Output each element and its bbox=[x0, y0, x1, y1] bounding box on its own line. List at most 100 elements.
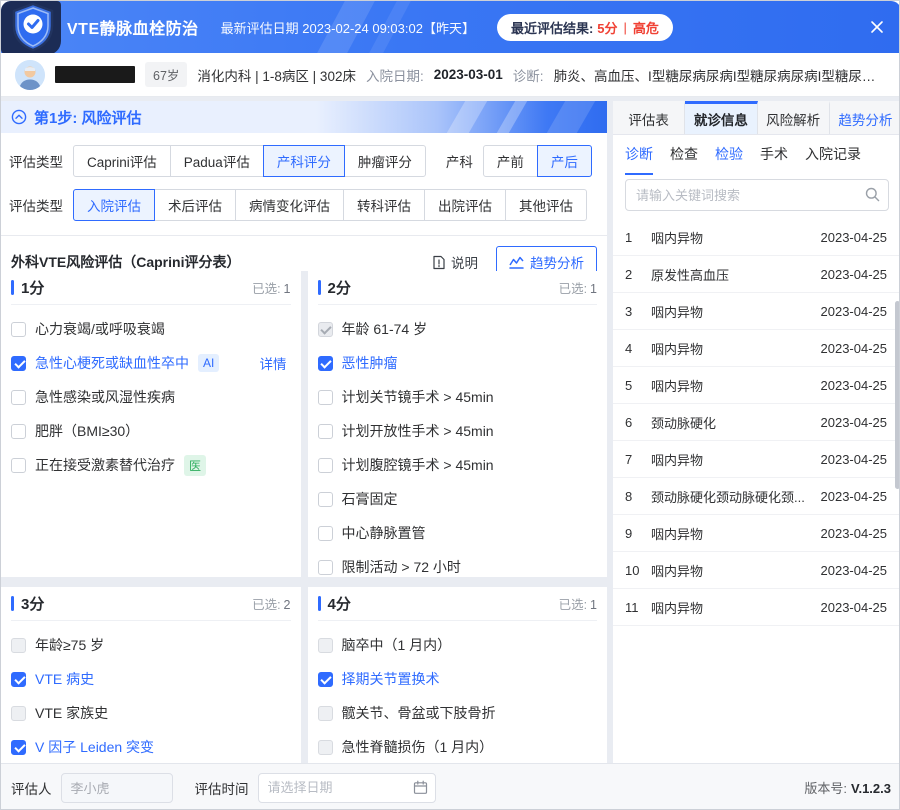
diagnosis-row[interactable]: 7咽内异物2023-04-25 bbox=[613, 441, 900, 478]
subtab-手术[interactable]: 手术 bbox=[760, 135, 788, 175]
diagnosis-row[interactable]: 8颈动脉硬化颈动脉硬化颈...2023-04-25 bbox=[613, 478, 900, 515]
checkbox[interactable] bbox=[11, 740, 26, 755]
checklist-item[interactable]: 石膏固定 bbox=[318, 482, 598, 516]
checklist-item[interactable]: 脑卒中（1 月内） bbox=[318, 628, 598, 662]
checkbox[interactable] bbox=[318, 424, 333, 439]
divider bbox=[1, 235, 607, 236]
checklist-item[interactable]: 年龄 61-74 岁 bbox=[318, 312, 598, 346]
selected-count: 已选:1 bbox=[559, 278, 597, 297]
checklist-item[interactable]: 限制活动 > 72 小时 bbox=[318, 550, 598, 577]
checklist-item[interactable]: 计划关节镜手术 > 45min bbox=[318, 380, 598, 414]
checklist-item[interactable]: V 因子 Leiden 突变 bbox=[11, 730, 291, 763]
latest-result-pill: 最近评估结果: 5分 | 高危 bbox=[497, 14, 673, 41]
calendar-icon[interactable] bbox=[413, 780, 428, 795]
checkbox[interactable] bbox=[11, 638, 26, 653]
diagnosis-row[interactable]: 9咽内异物2023-04-25 bbox=[613, 515, 900, 552]
filter-option[interactable]: 肿瘤评分 bbox=[344, 145, 426, 177]
checkbox[interactable] bbox=[318, 390, 333, 405]
detail-link[interactable]: 详情 bbox=[260, 353, 287, 373]
filter-option[interactable]: Caprini评估 bbox=[73, 145, 171, 177]
checkbox[interactable] bbox=[318, 458, 333, 473]
diagnosis-row[interactable]: 11咽内异物2023-04-25 bbox=[613, 589, 900, 626]
section-1point: 1分 已选:1 心力衰竭/或呼吸衰竭急性心梗死或缺血性卒中AI详情急性感染或风湿… bbox=[1, 271, 301, 577]
checkbox[interactable] bbox=[318, 740, 333, 755]
assess-time-label: 评估时间 bbox=[195, 778, 249, 798]
diagnosis-row[interactable]: 2原发性高血压2023-04-25 bbox=[613, 256, 900, 293]
checklist-item[interactable]: 正在接受激素替代治疗医 bbox=[11, 448, 291, 482]
tab-就诊信息[interactable]: 就诊信息 bbox=[685, 101, 757, 134]
checkbox[interactable] bbox=[11, 356, 26, 371]
subtab-检查[interactable]: 检查 bbox=[670, 135, 698, 175]
checkbox[interactable] bbox=[318, 526, 333, 541]
diagnosis-row[interactable]: 1咽内异物2023-04-25 bbox=[613, 219, 900, 256]
checklist-item[interactable]: 心力衰竭/或呼吸衰竭 bbox=[11, 312, 291, 346]
info-panel: 评估表就诊信息风险解析趋势分析 诊断检查检验手术入院记录 1咽内异物2023-0… bbox=[613, 101, 900, 763]
checkbox[interactable] bbox=[11, 672, 26, 687]
row-date: 2023-04-25 bbox=[821, 267, 888, 282]
checklist-item[interactable]: 择期关节置换术 bbox=[318, 662, 598, 696]
checklist-item-label: 恶性肿瘤 bbox=[342, 353, 398, 373]
filter-option[interactable]: 术后评估 bbox=[154, 189, 236, 221]
search-input[interactable] bbox=[625, 179, 889, 211]
filter-option[interactable]: 出院评估 bbox=[424, 189, 506, 221]
checklist-item[interactable]: 恶性肿瘤 bbox=[318, 346, 598, 380]
checklist-item[interactable]: 急性心梗死或缺血性卒中AI详情 bbox=[11, 346, 291, 380]
checkbox[interactable] bbox=[11, 390, 26, 405]
checklist-item[interactable]: 肥胖（BMI≥30） bbox=[11, 414, 291, 448]
filter-option[interactable]: 其他评估 bbox=[505, 189, 587, 221]
diagnosis-row[interactable]: 6颈动脉硬化2023-04-25 bbox=[613, 404, 900, 441]
filter-option[interactable]: 产后 bbox=[537, 145, 592, 177]
checkbox[interactable] bbox=[11, 458, 26, 473]
checklist-item[interactable]: 急性脊髓损伤（1 月内） bbox=[318, 730, 598, 763]
checklist-item[interactable]: VTE 病史 bbox=[11, 662, 291, 696]
filter-option[interactable]: 产科评分 bbox=[263, 145, 345, 177]
checklist-item[interactable]: 年龄≥75 岁 bbox=[11, 628, 291, 662]
row-date: 2023-04-25 bbox=[821, 304, 888, 319]
checkbox[interactable] bbox=[318, 560, 333, 575]
subtab-入院记录[interactable]: 入院记录 bbox=[805, 135, 861, 175]
checkbox[interactable] bbox=[318, 706, 333, 721]
section-4point: 4分 已选:1 脑卒中（1 月内）择期关节置换术髋关节、骨盆或下肢骨折急性脊髓损… bbox=[308, 587, 608, 763]
filter-option[interactable]: 入院评估 bbox=[73, 189, 155, 221]
checkbox[interactable] bbox=[318, 492, 333, 507]
checkbox[interactable] bbox=[318, 322, 333, 337]
help-button[interactable]: 说明 bbox=[432, 252, 478, 272]
checkbox[interactable] bbox=[318, 356, 333, 371]
diagnosis-row[interactable]: 4咽内异物2023-04-25 bbox=[613, 330, 900, 367]
filter-option[interactable]: 产前 bbox=[483, 145, 538, 177]
tab-评估表[interactable]: 评估表 bbox=[613, 101, 685, 134]
checklist-item-label: 限制活动 > 72 小时 bbox=[342, 557, 461, 577]
checklist-item[interactable]: 计划开放性手术 > 45min bbox=[318, 414, 598, 448]
checklist-item-label: 年龄≥75 岁 bbox=[35, 635, 104, 655]
diagnosis-row[interactable]: 10咽内异物2023-04-25 bbox=[613, 552, 900, 589]
search-icon[interactable] bbox=[865, 187, 880, 202]
subtab-诊断[interactable]: 诊断 bbox=[625, 135, 653, 175]
checklist-item[interactable]: 急性感染或风湿性疾病 bbox=[11, 380, 291, 414]
row-index: 6 bbox=[625, 415, 651, 430]
checkbox[interactable] bbox=[318, 672, 333, 687]
checkbox[interactable] bbox=[11, 706, 26, 721]
checklist-item[interactable]: 髋关节、骨盆或下肢骨折 bbox=[318, 696, 598, 730]
assess-date-input[interactable] bbox=[258, 773, 436, 803]
assess-timing-group: 入院评估术后评估病情变化评估转科评估出院评估其他评估 bbox=[73, 189, 587, 221]
tab-风险解析[interactable]: 风险解析 bbox=[758, 101, 830, 134]
list-scrollbar[interactable] bbox=[895, 301, 900, 489]
collapse-icon[interactable] bbox=[11, 109, 27, 125]
close-icon[interactable] bbox=[869, 19, 885, 35]
filter-option[interactable]: Padua评估 bbox=[170, 145, 264, 177]
filter-option[interactable]: 病情变化评估 bbox=[235, 189, 344, 221]
patient-age-tag: 67岁 bbox=[145, 62, 187, 87]
subtab-检验[interactable]: 检验 bbox=[715, 135, 743, 175]
checklist-item[interactable]: 计划腹腔镜手术 > 45min bbox=[318, 448, 598, 482]
checklist-item[interactable]: VTE 家族史 bbox=[11, 696, 291, 730]
diagnosis-row[interactable]: 5咽内异物2023-04-25 bbox=[613, 367, 900, 404]
checkbox[interactable] bbox=[11, 322, 26, 337]
checkbox[interactable] bbox=[11, 424, 26, 439]
checklist-item-label: V 因子 Leiden 突变 bbox=[35, 737, 154, 757]
checkbox[interactable] bbox=[318, 638, 333, 653]
assessor-input[interactable] bbox=[61, 773, 173, 803]
tab-趋势分析[interactable]: 趋势分析 bbox=[830, 101, 900, 134]
checklist-item[interactable]: 中心静脉置管 bbox=[318, 516, 598, 550]
filter-option[interactable]: 转科评估 bbox=[343, 189, 425, 221]
diagnosis-row[interactable]: 3咽内异物2023-04-25 bbox=[613, 293, 900, 330]
